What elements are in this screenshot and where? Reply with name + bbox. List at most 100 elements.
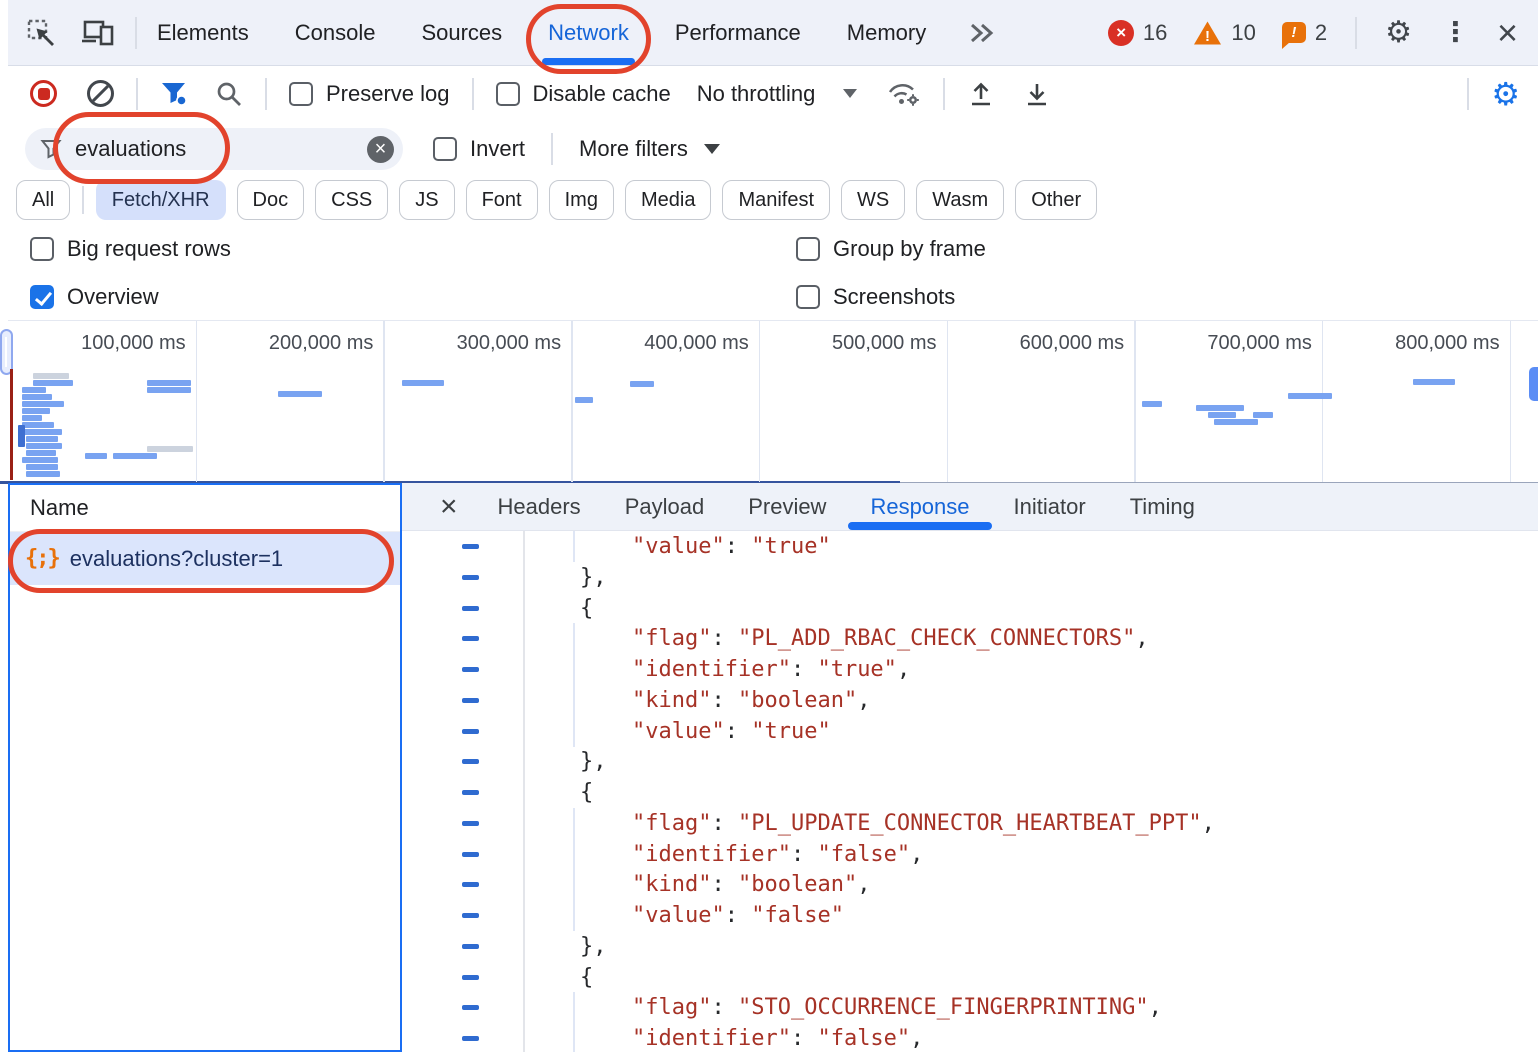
code-text: "kind": "boolean", [632,869,870,900]
network-settings-gear-icon[interactable]: ⚙ [1491,75,1520,113]
network-filter-row: evaluations × Invert More filters [8,120,1538,178]
search-icon[interactable] [215,80,243,108]
detail-tab-initiator[interactable]: Initiator [1014,483,1086,530]
screenshots-option[interactable]: Screenshots [796,284,955,310]
code-text: "value": "true" [632,531,831,562]
chip-wasm[interactable]: Wasm [916,180,1004,220]
console-warnings-badge[interactable]: ! 10 [1193,20,1255,46]
invert-checkbox[interactable] [433,137,457,161]
filter-input[interactable]: evaluations × [25,128,403,170]
name-column-header[interactable]: Name [10,485,400,532]
preserve-log-checkbox[interactable] [289,82,313,106]
chevron-down-icon [843,89,857,98]
record-network-log-icon[interactable] [30,80,57,107]
import-har-icon[interactable] [967,80,995,108]
close-detail-icon[interactable]: × [440,492,458,522]
indent-guide [573,685,575,716]
inspect-element-icon[interactable] [26,18,56,48]
more-tabs-icon[interactable] [966,21,996,45]
chip-other[interactable]: Other [1015,180,1097,220]
detail-tab-preview[interactable]: Preview [748,483,826,530]
device-toolbar-icon[interactable] [82,18,115,48]
line-marker-dash [462,1005,479,1010]
issue-icon: ! [1282,22,1306,43]
close-devtools-icon[interactable]: × [1497,15,1518,51]
code-line: "kind": "boolean", [402,685,1538,716]
more-options-icon[interactable]: ⋮ [1442,17,1469,48]
detail-tab-headers[interactable]: Headers [498,483,581,530]
network-overview-timeline[interactable]: 100,000 ms200,000 ms300,000 ms400,000 ms… [8,320,1538,484]
line-marker-dash [462,913,479,918]
detail-tab-payload[interactable]: Payload [625,483,705,530]
more-filters-dropdown[interactable]: More filters [579,136,720,162]
console-errors-badge[interactable]: × 16 [1108,20,1167,46]
tab-network[interactable]: Network [548,0,629,65]
request-row[interactable]: {;} evaluations?cluster=1 [10,532,400,585]
tab-memory[interactable]: Memory [847,0,926,65]
timeline-tick-label: 300,000 ms [457,332,562,355]
settings-gear-icon[interactable]: ⚙ [1385,15,1412,50]
issue-count: 2 [1315,20,1327,46]
overview-checkbox[interactable] [30,285,54,309]
chip-font[interactable]: Font [466,180,538,220]
invert-label: Invert [470,136,525,162]
line-marker-dash [462,544,479,549]
timeline-request-bar [1142,401,1162,407]
chip-fetch-xhr[interactable]: Fetch/XHR [96,180,226,220]
divider [551,133,553,165]
code-line: "flag": "STO_OCCURRENCE_FINGERPRINTING", [402,992,1538,1023]
export-har-icon[interactable] [1023,80,1051,108]
code-text: }, [580,746,607,777]
disable-cache-checkbox[interactable] [496,82,520,106]
big-request-rows-checkbox[interactable] [30,237,54,261]
chip-css[interactable]: CSS [315,180,388,220]
timeline-request-bar [402,380,444,386]
code-text: "value": "true" [632,716,831,747]
panel-tabs: Elements Console Sources Network Performance… [157,0,972,65]
chip-media[interactable]: Media [625,180,711,220]
code-text: "flag": "STO_OCCURRENCE_FINGERPRINTING", [632,992,1162,1023]
request-table: Name {;} evaluations?cluster=1 [8,483,402,1052]
clear-network-log-icon[interactable] [87,80,114,107]
tab-performance[interactable]: Performance [675,0,801,65]
timeline-request-bar [22,415,42,421]
timeline-gridline [1134,321,1136,482]
chip-ws[interactable]: WS [841,180,905,220]
detail-tab-timing[interactable]: Timing [1130,483,1195,530]
issues-badge[interactable]: ! 2 [1282,20,1327,46]
big-request-rows-option[interactable]: Big request rows [30,236,231,262]
indent-guide [573,654,575,685]
filter-icon[interactable] [160,81,187,106]
tab-console[interactable]: Console [295,0,376,65]
chip-manifest[interactable]: Manifest [722,180,830,220]
devtools-window: Elements Console Sources Network Performance… [0,0,1538,1052]
code-line: "identifier": "true", [402,654,1538,685]
group-by-frame-checkbox[interactable] [796,237,820,261]
chip-doc[interactable]: Doc [237,180,305,220]
timeline-right-handle[interactable] [1529,367,1538,401]
chip-img[interactable]: Img [549,180,614,220]
indent-guide [573,900,575,931]
tab-elements[interactable]: Elements [157,0,249,65]
invert-filter[interactable]: Invert [433,136,525,162]
network-options: Big request rows Group by frame Overview… [8,222,1538,320]
chip-js[interactable]: JS [399,180,454,220]
warning-icon: ! [1193,20,1222,46]
timeline-request-bar [1413,379,1455,385]
name-column-label: Name [30,495,89,521]
screenshots-checkbox[interactable] [796,285,820,309]
line-marker-dash [462,1036,479,1041]
code-line: "identifier": "false", [402,1023,1538,1052]
line-marker-dash [462,852,479,857]
group-by-frame-option[interactable]: Group by frame [796,236,986,262]
timeline-request-bar [26,450,56,456]
throttling-select[interactable]: No throttling [697,81,858,107]
clear-filter-icon[interactable]: × [367,136,394,163]
tab-sources[interactable]: Sources [421,0,502,65]
timeline-request-bar [18,425,25,447]
chip-all[interactable]: All [16,180,70,220]
network-conditions-icon[interactable] [887,79,921,108]
overview-option[interactable]: Overview [30,284,159,310]
detail-tab-response[interactable]: Response [870,483,969,530]
response-body-viewer[interactable]: "value": "true"},{"flag": "PL_ADD_RBAC_C… [402,531,1538,1052]
